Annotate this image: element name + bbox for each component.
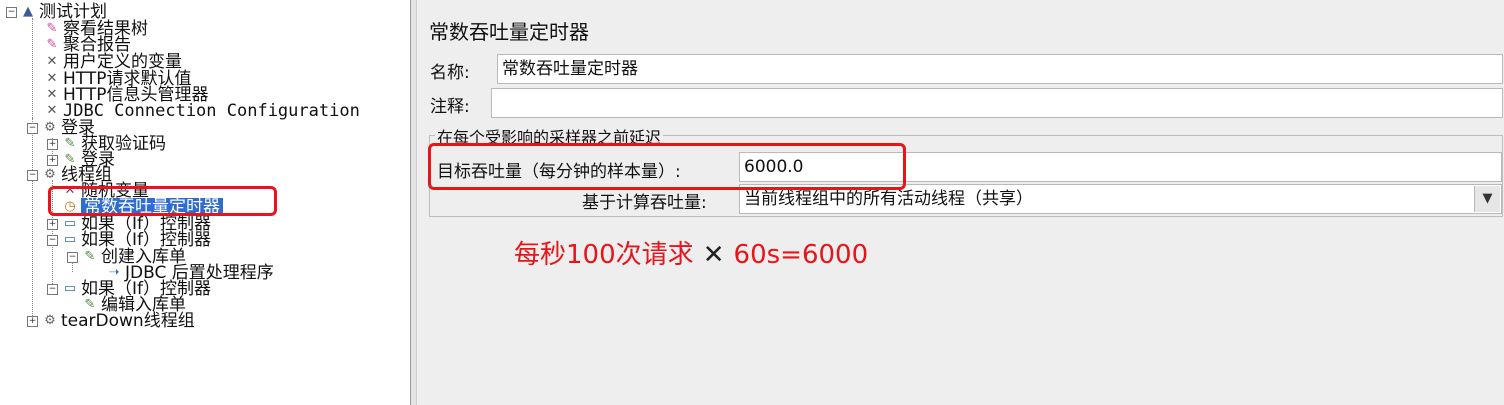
based-on-label: 基于计算吞吐量: [582,193,707,213]
comment-label: 注释: [430,97,470,117]
thread-group-icon: ⚙ [44,313,56,328]
name-label: 名称: [430,63,470,83]
throughput-highlight [428,143,906,190]
test-plan-icon: ▲ [23,4,33,19]
thread-group-icon: ⚙ [44,167,56,182]
name-field[interactable]: 常数吞吐量定时器 [497,54,1503,84]
expand-toggle[interactable]: + [27,316,38,327]
controller-icon: ▭ [63,281,77,296]
panel-splitter[interactable] [410,0,417,405]
page-title: 常数吞吐量定时器 [429,20,589,44]
annotation-note: 每秒100次请求 ✕ 60s=6000 [514,234,868,271]
expand-toggle[interactable]: + [47,139,58,150]
multiply-icon: ✕ [693,240,734,270]
collapse-toggle[interactable]: − [27,123,38,134]
timer-config-panel: 常数吞吐量定时器 名称: 常数吞吐量定时器 注释: 在每个受影响的采样器之前延迟… [417,0,1504,405]
collapse-toggle[interactable]: − [67,252,78,263]
test-plan-tree[interactable]: − ▲ 测试计划 ✎ 察看结果树 ✎ 聚合报告 ✕ 用户定义的变量 ✕ HTTP请求默认值… [0,0,410,405]
expand-toggle[interactable]: + [47,219,58,230]
annotation-suffix: 60s=6000 [733,240,869,270]
annotation-prefix: 每秒100次请求 [514,240,694,270]
controller-icon: ▭ [63,232,77,247]
chevron-down-icon[interactable]: ▼ [1474,186,1500,212]
collapse-toggle[interactable]: − [47,235,58,246]
collapse-toggle[interactable]: − [27,170,38,181]
based-on-value: 当前线程组中的所有活动线程（共享） [744,189,1033,209]
thread-group-icon: ⚙ [44,120,56,135]
tree-item-teardown-thread-group[interactable]: ⚙ tearDown线程组 [42,310,195,332]
selected-node-highlight [48,186,277,216]
comment-field[interactable] [491,88,1503,118]
collapse-toggle[interactable]: − [47,284,58,295]
sampler-icon: ✎ [84,249,96,264]
collapse-toggle[interactable]: − [6,7,17,18]
